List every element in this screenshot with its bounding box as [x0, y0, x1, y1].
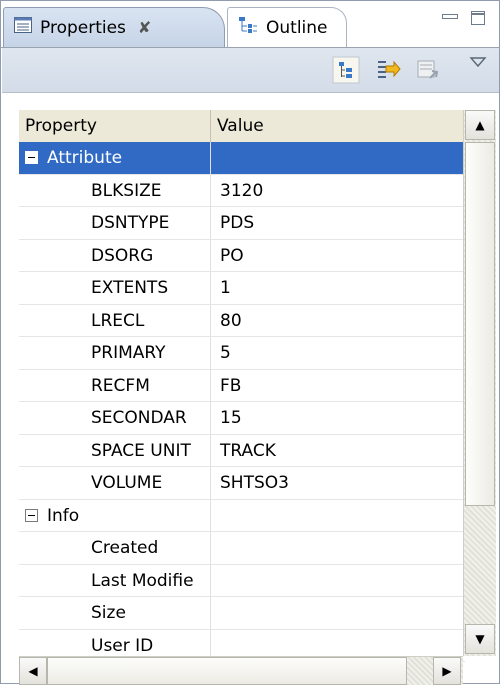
category-row-attribute[interactable]: Attribute: [19, 142, 465, 175]
property-value[interactable]: 3120: [211, 175, 465, 207]
properties-view: Properties ✘ Outline Property Value Attr…: [0, 0, 500, 685]
property-name: SECONDAR: [91, 408, 187, 428]
table-row[interactable]: SECONDAR 15: [19, 402, 465, 435]
table-row[interactable]: VOLUME SHTSO3: [19, 467, 465, 500]
property-name: RECFM: [91, 375, 150, 396]
property-value[interactable]: 15: [211, 402, 465, 435]
table-row[interactable]: RECFM FB: [19, 369, 465, 402]
category-row-info[interactable]: Info: [19, 499, 465, 532]
table-row[interactable]: BLKSIZE 3120: [19, 174, 465, 207]
property-name: Created: [91, 538, 159, 558]
scroll-left-icon[interactable]: ◀: [19, 657, 47, 685]
show-categories-icon[interactable]: [332, 56, 360, 84]
property-value[interactable]: 1: [211, 272, 465, 305]
property-name: DSNTYPE: [91, 213, 170, 233]
property-value[interactable]: PDS: [211, 207, 465, 240]
table-row[interactable]: Size: [19, 597, 465, 630]
table-row[interactable]: SPACE UNIT TRACK: [19, 434, 465, 467]
property-value[interactable]: [211, 565, 465, 597]
vertical-scroll-thumb[interactable]: [465, 142, 495, 506]
category-value: [211, 142, 465, 175]
property-name: EXTENTS: [91, 278, 169, 298]
table-row[interactable]: DSNTYPE PDS: [19, 207, 465, 240]
category-label: Attribute: [47, 148, 123, 168]
horizontal-scrollbar[interactable]: ◀ ▶: [19, 656, 463, 685]
collapse-icon[interactable]: [25, 151, 38, 164]
tab-outline[interactable]: Outline: [227, 7, 347, 47]
property-name: LRECL: [91, 310, 145, 331]
tab-bar: Properties ✘ Outline: [1, 1, 499, 48]
horizontal-scroll-thumb[interactable]: [47, 657, 407, 685]
table-row[interactable]: EXTENTS 1: [19, 272, 465, 305]
property-value[interactable]: [211, 532, 465, 565]
minimize-icon[interactable]: [441, 9, 459, 29]
property-name: Last Modifie: [91, 570, 194, 591]
table-row[interactable]: DSORG PO: [19, 239, 465, 272]
properties-icon: [14, 17, 32, 38]
property-value[interactable]: TRACK: [211, 435, 465, 467]
property-value[interactable]: 5: [211, 337, 465, 370]
property-name: BLKSIZE: [91, 180, 162, 201]
category-value: [211, 500, 465, 532]
property-name: SPACE UNIT: [91, 440, 191, 461]
property-name: Size: [91, 603, 126, 623]
restore-default-icon[interactable]: [414, 56, 442, 84]
column-header-property[interactable]: Property: [19, 110, 211, 142]
category-label: Info: [47, 505, 80, 526]
close-icon[interactable]: ✘: [138, 18, 151, 37]
scroll-down-icon[interactable]: ▼: [465, 624, 495, 654]
table-row[interactable]: Created: [19, 532, 465, 565]
property-value[interactable]: PO: [211, 240, 465, 272]
property-value[interactable]: SHTSO3: [211, 467, 465, 500]
table-row[interactable]: PRIMARY 5: [19, 337, 465, 370]
tab-properties[interactable]: Properties ✘: [3, 7, 225, 47]
view-toolbar: [2, 48, 499, 93]
show-advanced-properties-icon[interactable]: [374, 56, 402, 84]
property-value[interactable]: [211, 597, 465, 630]
table-row[interactable]: LRECL 80: [19, 304, 465, 337]
maximize-icon[interactable]: [469, 9, 487, 32]
column-header-value[interactable]: Value: [211, 110, 465, 142]
vertical-scrollbar[interactable]: ▲ ▼: [463, 110, 496, 656]
tab-properties-label: Properties: [40, 17, 126, 38]
property-name: PRIMARY: [91, 343, 166, 363]
scroll-right-icon[interactable]: ▶: [433, 657, 461, 685]
property-value[interactable]: FB: [211, 370, 465, 402]
property-name: VOLUME: [91, 473, 163, 493]
property-name: DSORG: [91, 245, 154, 266]
view-menu-icon[interactable]: [468, 54, 496, 82]
table-header: Property Value: [19, 110, 477, 143]
table-row[interactable]: Last Modifie: [19, 564, 465, 597]
collapse-icon[interactable]: [25, 508, 38, 522]
property-value[interactable]: 80: [211, 305, 465, 337]
property-table: Attribute BLKSIZE 3120 DSNTYPE PDS DSORG PO…: [19, 142, 465, 662]
scroll-up-icon[interactable]: ▲: [465, 110, 495, 140]
tab-outline-label: Outline: [266, 17, 328, 38]
outline-icon: [238, 16, 258, 39]
